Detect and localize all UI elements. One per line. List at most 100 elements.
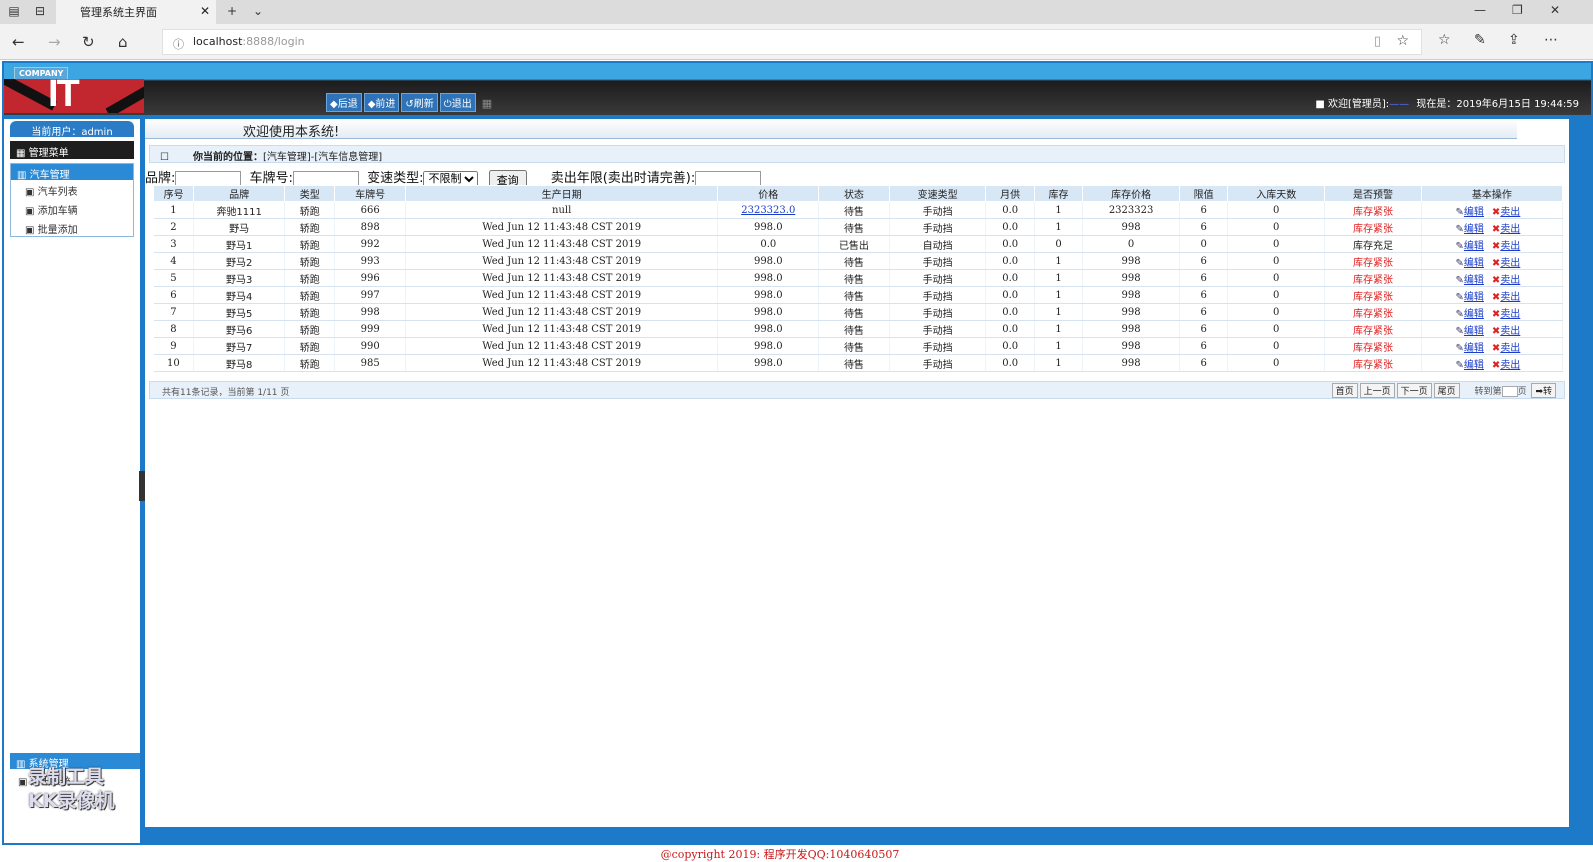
table-cell: 1 — [1034, 286, 1084, 304]
edit-icon[interactable]: ✎ — [1456, 207, 1464, 218]
edit-icon[interactable]: ✎ — [1456, 275, 1464, 286]
sell-link[interactable]: 卖出 — [1500, 258, 1520, 269]
table-cell: 0 — [1227, 337, 1326, 355]
next-page-button[interactable]: 下一页 — [1396, 383, 1432, 398]
refresh-button[interactable]: ↺刷新 — [401, 93, 438, 112]
back-button[interactable]: ◆后退 — [326, 93, 362, 112]
table-cell: 手动挡 — [889, 320, 987, 338]
favorites-icon[interactable]: ☆ — [1438, 32, 1451, 48]
edit-link[interactable]: 编辑 — [1464, 292, 1484, 303]
table-row: 2 野马 轿跑 898 Wed Jun 12 11:43:48 CST 2019 998.… — [153, 218, 1564, 236]
logout-button[interactable]: ⏻退出 — [439, 93, 476, 112]
close-window-icon[interactable]: ✕ — [1550, 3, 1560, 17]
folder-icon: ▥ — [17, 170, 30, 181]
table-cell: 6 — [1179, 269, 1229, 287]
table-row: 4 野马2 轿跑 993 Wed Jun 12 11:43:48 CST 2019 998… — [153, 252, 1564, 270]
table-cell: 0 — [1227, 252, 1326, 270]
edit-icon[interactable]: ✎ — [1456, 224, 1464, 235]
sidebar-item-add-car[interactable]: ▣ 添加车辆 — [11, 199, 133, 218]
url-field[interactable]: ⓘ localhost:8888/login ▯ ☆ — [162, 29, 1422, 55]
edit-link[interactable]: 编辑 — [1464, 207, 1484, 218]
edit-link[interactable]: 编辑 — [1464, 241, 1484, 252]
table-cell: 手动挡 — [889, 303, 987, 321]
forward-button[interactable]: ◆前进 — [363, 93, 400, 112]
set-aside-tabs-icon[interactable]: ⊟ — [32, 4, 48, 18]
share-icon[interactable]: ⇪ — [1508, 32, 1520, 48]
sidebar-item-batch-add[interactable]: ▣ 批量添加 — [11, 218, 133, 237]
sell-link[interactable]: 卖出 — [1500, 360, 1520, 371]
edit-icon[interactable]: ✎ — [1456, 258, 1464, 269]
table-cell: 手动挡 — [889, 354, 987, 372]
table-cell: 0 — [1227, 320, 1326, 338]
grid-icon[interactable]: ▦ — [482, 97, 492, 110]
edit-link[interactable]: 编辑 — [1464, 326, 1484, 337]
last-page-button[interactable]: 尾页 — [1433, 383, 1460, 398]
site-info-icon[interactable]: ⓘ — [173, 36, 184, 52]
table-cell: 轿跑 — [284, 337, 336, 355]
edit-link[interactable]: 编辑 — [1464, 258, 1484, 269]
table-cell: 待售 — [818, 269, 890, 287]
table-cell: 已售出 — [818, 235, 890, 253]
breadcrumb: ☐ 你当前的位置：[汽车管理]-[汽车信息管理] — [149, 145, 1565, 163]
minimize-icon[interactable]: — — [1474, 3, 1486, 17]
new-tab-icon[interactable]: + — [224, 4, 240, 18]
list-icon: ☐ — [160, 152, 169, 163]
edit-link[interactable]: 编辑 — [1464, 275, 1484, 286]
forward-icon[interactable]: → — [48, 33, 61, 51]
main-content: 欢迎使用本系统! ☐ 你当前的位置：[汽车管理]-[汽车信息管理] 品牌: 车牌号… — [145, 119, 1569, 827]
back-icon[interactable]: ← — [12, 33, 25, 51]
edit-icon[interactable]: ✎ — [1456, 326, 1464, 337]
edit-icon[interactable]: ✎ — [1456, 241, 1464, 252]
menu-group-car[interactable]: ▥ 汽车管理 — [11, 164, 133, 181]
table-cell: 998 — [1082, 354, 1180, 372]
edit-link[interactable]: 编辑 — [1464, 224, 1484, 235]
edit-icon[interactable]: ✎ — [1456, 360, 1464, 371]
refresh-icon[interactable]: ↻ — [82, 33, 95, 51]
sell-link[interactable]: 卖出 — [1500, 275, 1520, 286]
table-cell: 10 — [153, 354, 195, 372]
browser-tab[interactable]: 管理系统主界面 ✕ — [56, 0, 216, 24]
favorite-star-icon[interactable]: ☆ — [1396, 33, 1409, 49]
sell-link[interactable]: 卖出 — [1500, 309, 1520, 320]
close-tab-icon[interactable]: ✕ — [200, 4, 210, 18]
edit-link[interactable]: 编辑 — [1464, 360, 1484, 371]
table-cell: 待售 — [818, 337, 890, 355]
table-cell: 待售 — [818, 218, 890, 236]
edit-icon[interactable]: ✎ — [1456, 292, 1464, 303]
sell-link[interactable]: 卖出 — [1500, 207, 1520, 218]
table-cell: 轿跑 — [284, 269, 336, 287]
table-cell: null — [405, 201, 719, 219]
first-page-button[interactable]: 首页 — [1331, 383, 1358, 398]
tab-list-chevron-icon[interactable]: ⌄ — [250, 4, 266, 18]
goto-page-input[interactable] — [1501, 386, 1518, 397]
table-cell: 2 — [153, 218, 195, 236]
table-row: 3 野马1 轿跑 992 Wed Jun 12 11:43:48 CST 2019 0.0… — [153, 235, 1564, 253]
table-cell: Wed Jun 12 11:43:48 CST 2019 — [405, 269, 719, 287]
table-cell: 轿跑 — [284, 252, 336, 270]
edit-link[interactable]: 编辑 — [1464, 343, 1484, 354]
column-header: 库存价格 — [1082, 185, 1180, 202]
home-icon[interactable]: ⌂ — [118, 33, 128, 51]
sell-link[interactable]: 卖出 — [1500, 343, 1520, 354]
pen-icon[interactable]: ✎ — [1474, 32, 1486, 48]
sidebar-item-car-list[interactable]: ▣ 汽车列表 — [11, 180, 133, 199]
go-button[interactable]: ➡转 — [1531, 383, 1556, 398]
tab-actions-icon[interactable]: ▤ — [6, 4, 22, 18]
edit-icon[interactable]: ✎ — [1456, 343, 1464, 354]
table-cell: 998.0 — [717, 252, 820, 270]
edit-icon[interactable]: ✎ — [1456, 309, 1464, 320]
edit-link[interactable]: 编辑 — [1464, 309, 1484, 320]
sell-link[interactable]: 卖出 — [1500, 241, 1520, 252]
table-cell: 野马2 — [193, 252, 286, 270]
more-icon[interactable]: ⋯ — [1544, 32, 1558, 48]
sell-link[interactable]: 卖出 — [1500, 326, 1520, 337]
table-cell[interactable]: 2323323.0 — [717, 201, 820, 219]
table-cell: 0 — [1227, 201, 1326, 219]
row-actions: ✎编辑 ✖卖出 — [1421, 354, 1564, 372]
table-cell: 0 — [1034, 235, 1084, 253]
sell-link[interactable]: 卖出 — [1500, 224, 1520, 235]
reading-view-icon[interactable]: ▯ — [1374, 34, 1381, 49]
sell-link[interactable]: 卖出 — [1500, 292, 1520, 303]
restore-icon[interactable]: ❐ — [1512, 3, 1523, 17]
prev-page-button[interactable]: 上一页 — [1359, 383, 1395, 398]
